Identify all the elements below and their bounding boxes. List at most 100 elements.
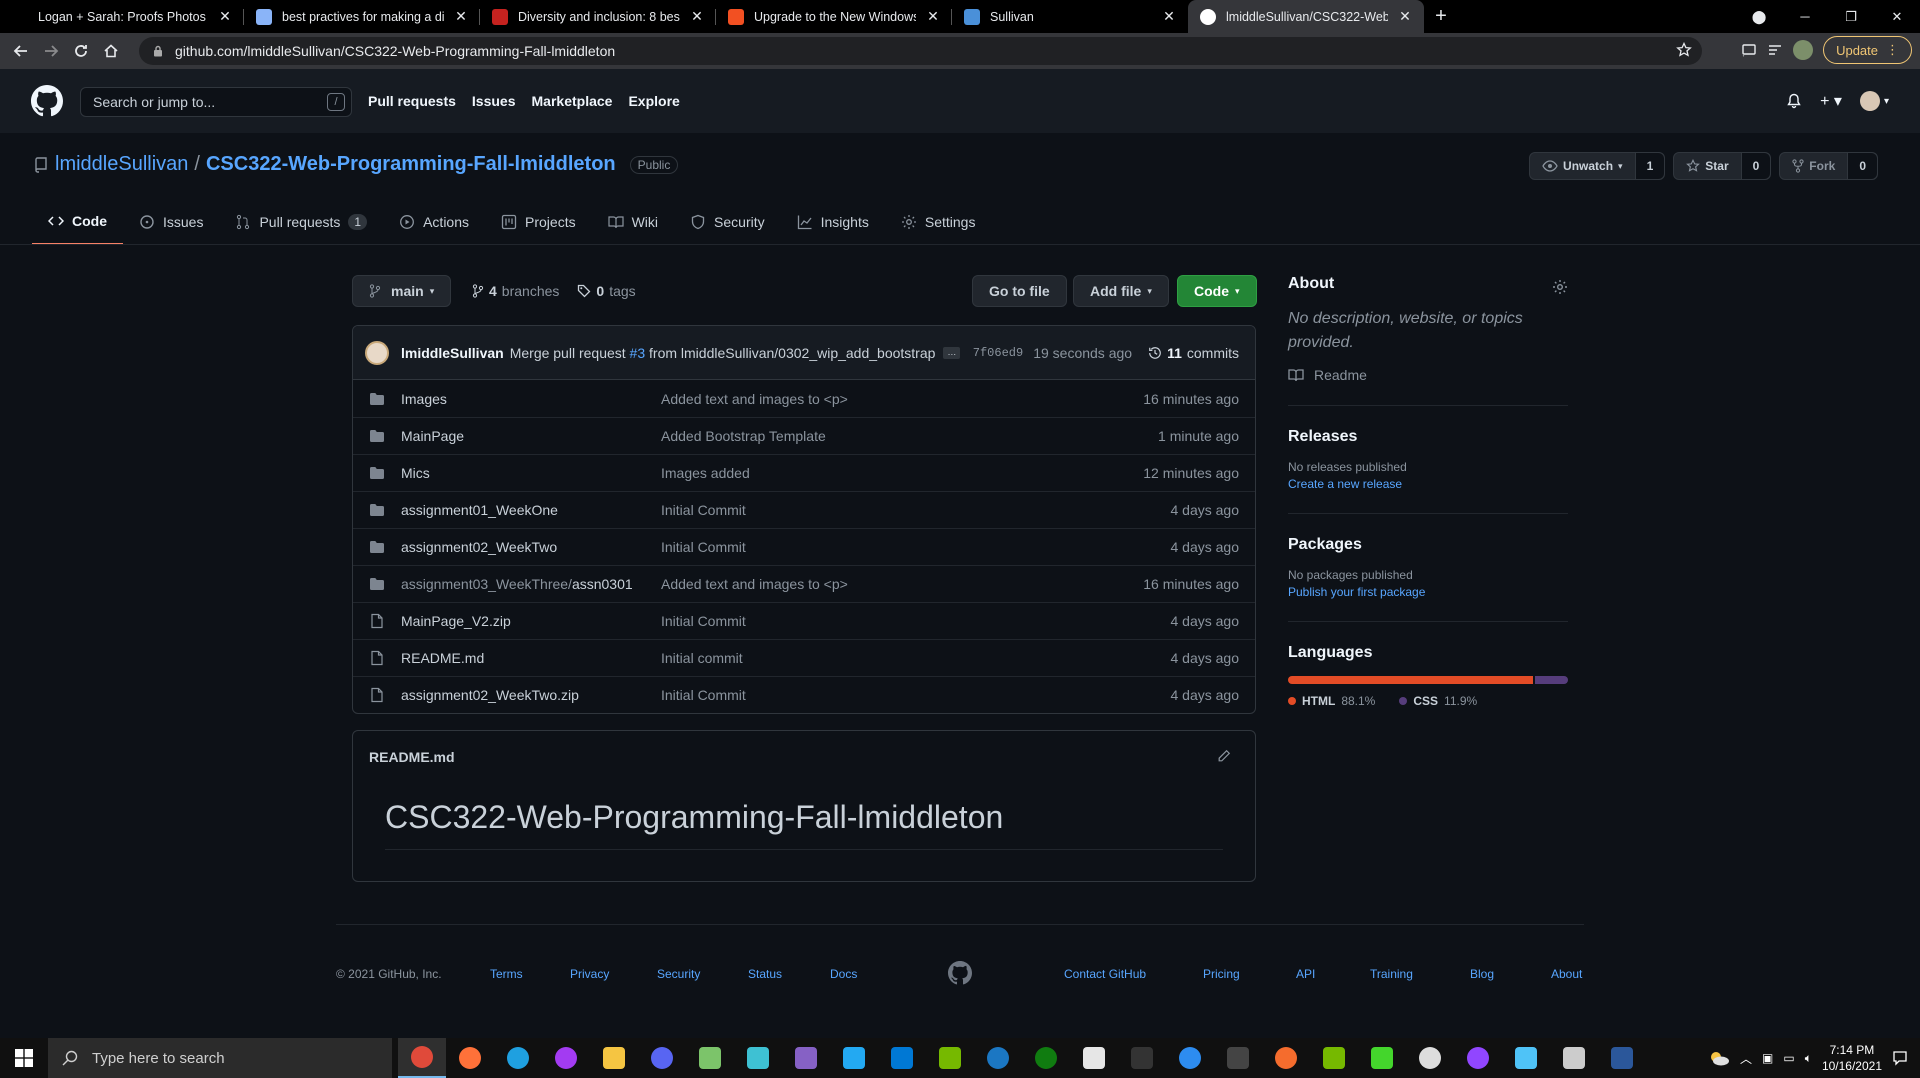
file-name-link[interactable]: MainPage_V2.zip: [401, 613, 661, 629]
profile-menu-icon[interactable]: ⬤: [1736, 9, 1782, 25]
avatar[interactable]: [365, 340, 389, 365]
messenger-icon[interactable]: [542, 1038, 590, 1078]
branches-link[interactable]: 4 branches: [472, 283, 559, 299]
reading-list-icon[interactable]: [1767, 42, 1783, 58]
go-to-file-button[interactable]: Go to file: [972, 275, 1067, 307]
update-button[interactable]: Update ⋮: [1823, 36, 1912, 64]
pull-request-link[interactable]: #3: [630, 345, 646, 361]
star-button[interactable]: Star: [1674, 153, 1740, 179]
minimize-button[interactable]: ─: [1782, 9, 1828, 24]
edge-icon[interactable]: [494, 1038, 542, 1078]
windows-start-icon[interactable]: [0, 1038, 48, 1078]
close-tab-icon[interactable]: ✕: [1398, 8, 1412, 25]
home-icon[interactable]: [96, 36, 126, 66]
steam-icon[interactable]: [974, 1038, 1022, 1078]
profile-avatar-icon[interactable]: [1793, 40, 1814, 60]
cast-icon[interactable]: [1741, 42, 1757, 58]
create-new-icon[interactable]: + ▾: [1820, 91, 1842, 111]
create-release-link[interactable]: Create a new release: [1288, 477, 1568, 491]
browser-tab[interactable]: Diversity and inclusion: 8 best pr ✕: [480, 0, 716, 33]
commit-message[interactable]: Merge pull request #3 from lmiddleSulliv…: [510, 345, 936, 361]
tab-pull-requests[interactable]: Pull requests 1: [219, 202, 383, 242]
star-count[interactable]: 0: [1740, 153, 1771, 179]
firefox-icon[interactable]: [446, 1038, 494, 1078]
file-commit-message[interactable]: Added Bootstrap Template: [661, 428, 826, 444]
tray-app-icon[interactable]: ▣: [1762, 1051, 1773, 1065]
repo-owner-link[interactable]: lmiddleSullivan: [55, 153, 188, 176]
razer-icon[interactable]: [1358, 1038, 1406, 1078]
bell-icon[interactable]: [1786, 93, 1802, 109]
commit-expand-button[interactable]: …: [943, 346, 961, 359]
tab-insights[interactable]: Insights: [781, 202, 885, 242]
commit-sha[interactable]: 7f06ed9: [973, 346, 1023, 360]
origin-icon[interactable]: [1262, 1038, 1310, 1078]
volume-icon[interactable]: 🔈︎: [1805, 1051, 1812, 1066]
browser-tab[interactable]: best practives for making a diver ✕: [244, 0, 480, 33]
vscode-icon[interactable]: [830, 1038, 878, 1078]
twitch-icon[interactable]: [1454, 1038, 1502, 1078]
footer-link-security[interactable]: Security: [657, 967, 700, 981]
browser-tab[interactable]: Sullivan ✕: [952, 0, 1188, 33]
file-name-link[interactable]: MainPage: [401, 428, 661, 444]
browser-tab[interactable]: Upgrade to the New Windows 11✕: [716, 0, 952, 33]
geforce-icon[interactable]: [1310, 1038, 1358, 1078]
epic-games-icon[interactable]: [1118, 1038, 1166, 1078]
reload-icon[interactable]: [66, 36, 96, 66]
close-tab-icon[interactable]: ✕: [926, 8, 940, 25]
store-icon[interactable]: [878, 1038, 926, 1078]
tab-code[interactable]: Code: [32, 202, 123, 245]
unwatch-button[interactable]: Unwatch ▾: [1530, 153, 1635, 179]
settings-icon[interactable]: [1550, 1038, 1598, 1078]
pencil-icon[interactable]: [1217, 749, 1231, 763]
code-clone-button[interactable]: Code ▾: [1177, 275, 1257, 307]
file-commit-message[interactable]: Initial commit: [661, 650, 743, 666]
xbox-icon[interactable]: [1022, 1038, 1070, 1078]
file-commit-message[interactable]: Initial Commit: [661, 539, 746, 555]
commit-author[interactable]: lmiddleSullivan: [401, 345, 504, 361]
taskbar-clock[interactable]: 7:14 PM 10/16/2021: [1822, 1042, 1882, 1074]
tab-security[interactable]: Security: [674, 202, 781, 242]
footer-link-api[interactable]: API: [1296, 967, 1315, 981]
footer-link-about[interactable]: About: [1551, 967, 1582, 981]
file-commit-message[interactable]: Initial Commit: [661, 687, 746, 703]
footer-link-pricing[interactable]: Pricing: [1203, 967, 1240, 981]
forward-icon[interactable]: [36, 36, 66, 66]
file-commit-message[interactable]: Images added: [661, 465, 750, 481]
tab-issues[interactable]: Issues: [123, 202, 219, 242]
paint-icon[interactable]: [734, 1038, 782, 1078]
new-tab-button[interactable]: +: [1424, 0, 1458, 33]
tab-projects[interactable]: Projects: [485, 202, 592, 242]
visual-studio-icon[interactable]: [782, 1038, 830, 1078]
footer-link-docs[interactable]: Docs: [830, 967, 857, 981]
weather-icon[interactable]: [1708, 1049, 1730, 1067]
tab-wiki[interactable]: Wiki: [592, 202, 674, 242]
file-commit-message[interactable]: Initial Commit: [661, 613, 746, 629]
github-search-input[interactable]: Search or jump to... /: [80, 87, 352, 117]
language-item[interactable]: HTML 88.1%: [1288, 694, 1375, 708]
nav-marketplace[interactable]: Marketplace: [532, 93, 613, 109]
lock-icon[interactable]: [153, 45, 163, 57]
releases-title[interactable]: Releases: [1288, 428, 1568, 446]
file-explorer-icon[interactable]: [590, 1038, 638, 1078]
chevron-up-icon[interactable]: ︿: [1740, 1050, 1752, 1067]
uplay-icon[interactable]: [1166, 1038, 1214, 1078]
nav-issues[interactable]: Issues: [472, 93, 516, 109]
packages-title[interactable]: Packages: [1288, 536, 1568, 554]
footer-link-privacy[interactable]: Privacy: [570, 967, 609, 981]
notification-icon[interactable]: [1892, 1050, 1908, 1066]
chrome-icon[interactable]: [398, 1038, 446, 1078]
add-file-button[interactable]: Add file ▾: [1073, 275, 1169, 307]
file-commit-message[interactable]: Initial Commit: [661, 502, 746, 518]
tab-settings[interactable]: Settings: [885, 202, 992, 242]
commits-link[interactable]: 11 commits: [1148, 345, 1239, 361]
file-name-link[interactable]: assignment02_WeekTwo: [401, 539, 661, 555]
fork-count[interactable]: 0: [1847, 153, 1877, 179]
taskbar-search[interactable]: Type here to search: [48, 1038, 392, 1078]
bookmark-star-icon[interactable]: [1676, 42, 1692, 58]
network-icon[interactable]: ▭: [1783, 1051, 1794, 1065]
gear-icon[interactable]: [1552, 279, 1568, 295]
file-name-link[interactable]: assignment01_WeekOne: [401, 502, 661, 518]
readme-link[interactable]: Readme: [1288, 367, 1568, 383]
readme-filename-link[interactable]: README.md: [369, 749, 455, 765]
close-tab-icon[interactable]: ✕: [1162, 8, 1176, 25]
